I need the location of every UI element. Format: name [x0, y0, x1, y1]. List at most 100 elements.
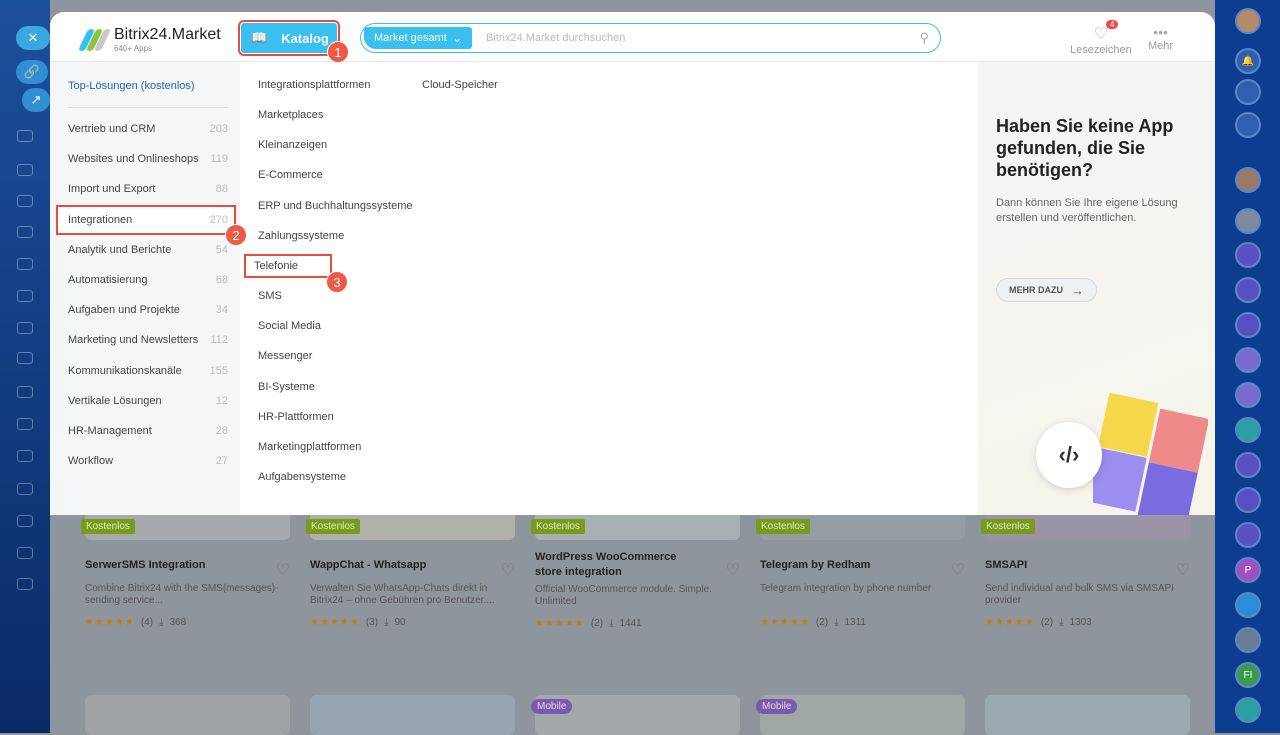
category-item[interactable]: HR-Management 28 — [58, 418, 234, 444]
task-icon[interactable] — [1235, 697, 1261, 723]
activity-icon[interactable] — [1235, 79, 1261, 105]
install-count: 368 — [169, 617, 187, 628]
user-avatar-p[interactable]: P — [1235, 557, 1261, 583]
subcategory-item[interactable]: Aufgabensysteme — [258, 471, 346, 483]
board-icon[interactable] — [17, 352, 33, 364]
cart-icon[interactable] — [17, 547, 33, 559]
mail-icon[interactable] — [17, 290, 33, 302]
subcategory-item[interactable]: Social Media — [258, 320, 321, 332]
inbox-icon[interactable] — [17, 195, 33, 207]
bookmarks-button[interactable]: ♡ 4 Lesezeichen — [1070, 20, 1132, 56]
user-avatar[interactable] — [1235, 8, 1261, 34]
store-icon[interactable] — [17, 450, 33, 462]
heart-icon[interactable]: ♡ — [726, 560, 740, 580]
contact-avatar[interactable] — [1235, 167, 1261, 193]
channel-icon[interactable] — [1235, 277, 1261, 303]
more-info-button[interactable]: MEHR DAZU → — [996, 278, 1097, 302]
channel-icon[interactable] — [1235, 522, 1261, 548]
heart-icon[interactable]: ♡ — [501, 560, 515, 580]
more-button[interactable]: ••• Mehr — [1148, 24, 1173, 52]
subcategory-item[interactable]: Cloud-Speicher — [422, 79, 498, 91]
heart-icon[interactable]: ♡ — [951, 560, 965, 580]
app-card[interactable] — [310, 695, 515, 735]
contacts-icon[interactable] — [17, 164, 33, 176]
app-card[interactable] — [985, 695, 1190, 735]
download-icon: ⤓ — [384, 617, 389, 628]
close-button[interactable]: ✕ — [16, 26, 50, 50]
category-item[interactable]: Websites und Onlineshops 119 — [58, 146, 234, 172]
task-icon[interactable] — [1235, 417, 1261, 443]
card-icon[interactable] — [17, 483, 33, 495]
search-icon[interactable]: ⚲ — [919, 30, 929, 46]
app-title[interactable]: SMSAPI — [985, 558, 1155, 573]
subcategory-list: Integrationsplattformen Marketplaces Klein… — [240, 62, 978, 515]
group-avatar[interactable] — [1235, 347, 1261, 373]
category-item[interactable]: Integrationen 270 — [56, 204, 236, 235]
category-top-free[interactable]: Top-Lösungen (kostenlos) — [68, 80, 195, 92]
app-title[interactable]: SerwerSMS Integration — [85, 558, 255, 573]
target-icon[interactable] — [17, 578, 33, 590]
category-item[interactable]: Import und Export 88 — [58, 176, 234, 202]
feed-icon[interactable] — [17, 130, 33, 142]
review-count: (2) — [815, 617, 829, 628]
annotation-1: 1 — [327, 41, 349, 63]
channel-icon[interactable] — [1235, 242, 1261, 268]
category-item[interactable]: Marketing und Newsletters 112 — [58, 327, 234, 353]
category-item[interactable]: Workflow 27 — [58, 448, 234, 474]
subcategory-item[interactable]: SMS — [258, 290, 282, 302]
catalog-button[interactable]: 📖 Katalog — [238, 20, 340, 56]
category-item[interactable]: Vertrieb und CRM 203 — [58, 116, 234, 142]
free-badge: Kostenlos — [981, 519, 1035, 534]
open-new-window-icon[interactable]: ↗ — [22, 88, 50, 112]
subcategory-item[interactable]: Telefonie — [243, 253, 333, 278]
calendar-icon[interactable] — [17, 322, 33, 334]
channel-icon[interactable] — [1235, 452, 1261, 478]
subcategory-item[interactable]: Kleinanzeigen — [258, 139, 327, 151]
search-bar[interactable]: Market gesamt ⌄ Bitrix24.Market durchsuch… — [360, 23, 941, 53]
funnel-icon[interactable] — [17, 386, 33, 398]
category-item[interactable]: Automatisierung 68 — [58, 267, 234, 293]
review-count: (2) — [590, 618, 604, 629]
app-card[interactable] — [85, 695, 290, 735]
subcategory-item[interactable]: HR-Plattformen — [258, 411, 334, 423]
contact-avatar[interactable] — [1235, 627, 1261, 653]
subcategory-item[interactable]: BI-Systeme — [258, 381, 315, 393]
app-title[interactable]: WordPress WooCommerce store integration — [535, 550, 705, 580]
copy-link-icon[interactable]: 🔗 — [16, 60, 48, 84]
search-chat-icon[interactable] — [1235, 112, 1261, 138]
free-badge: Kostenlos — [531, 519, 585, 534]
tasks-icon[interactable] — [17, 226, 33, 238]
search-input[interactable]: Bitrix24.Market durchsuchen — [486, 32, 920, 44]
category-item[interactable]: Aufgaben und Projekte 34 — [58, 297, 234, 323]
subcategory-item[interactable]: Messenger — [258, 350, 312, 362]
bell-icon[interactable]: 🔔 — [1235, 48, 1261, 74]
user-avatar-fi[interactable]: FI — [1235, 662, 1261, 688]
market-logo[interactable]: Bitrix24.Market 640+ Apps — [77, 26, 221, 53]
heart-icon[interactable]: ♡ — [1176, 560, 1190, 580]
contact-avatar[interactable] — [1235, 208, 1261, 234]
subcategory-item[interactable]: ERP und Buchhaltungssysteme — [258, 200, 413, 212]
app-title[interactable]: Telegram by Redham — [760, 558, 930, 573]
channel-icon[interactable] — [1235, 487, 1261, 513]
subcategory-item[interactable]: Marketplaces — [258, 109, 323, 121]
subcategory-item[interactable]: Marketingplattformen — [258, 441, 361, 453]
app-card[interactable]: Mobile — [756, 695, 965, 735]
heart-icon[interactable]: ♡ — [276, 560, 290, 580]
chat-icon[interactable] — [17, 258, 33, 270]
subcategory-item[interactable]: Zahlungssysteme — [258, 230, 344, 242]
subcategory-item[interactable]: Integrationsplattformen — [258, 79, 371, 91]
app-card[interactable]: Mobile — [531, 695, 740, 735]
sign-icon[interactable] — [17, 418, 33, 430]
app-card[interactable]: Kostenlos WordPress WooCommerce store int… — [531, 495, 740, 629]
analytics-icon[interactable] — [17, 515, 33, 527]
star-rating: ★★★★★ — [535, 618, 585, 629]
search-scope-select[interactable]: Market gesamt ⌄ — [364, 27, 472, 49]
app-title[interactable]: WappChat - Whatsapp — [310, 558, 480, 573]
category-item[interactable]: Analytik und Berichte 54 — [58, 237, 234, 263]
category-item[interactable]: Kommunikationskanäle 155 — [58, 358, 234, 384]
group-avatar[interactable] — [1235, 382, 1261, 408]
channel-icon[interactable] — [1235, 312, 1261, 338]
chat-icon[interactable] — [1235, 592, 1261, 618]
category-item[interactable]: Vertikale Lösungen 12 — [58, 388, 234, 414]
subcategory-item[interactable]: E-Commerce — [258, 169, 323, 181]
